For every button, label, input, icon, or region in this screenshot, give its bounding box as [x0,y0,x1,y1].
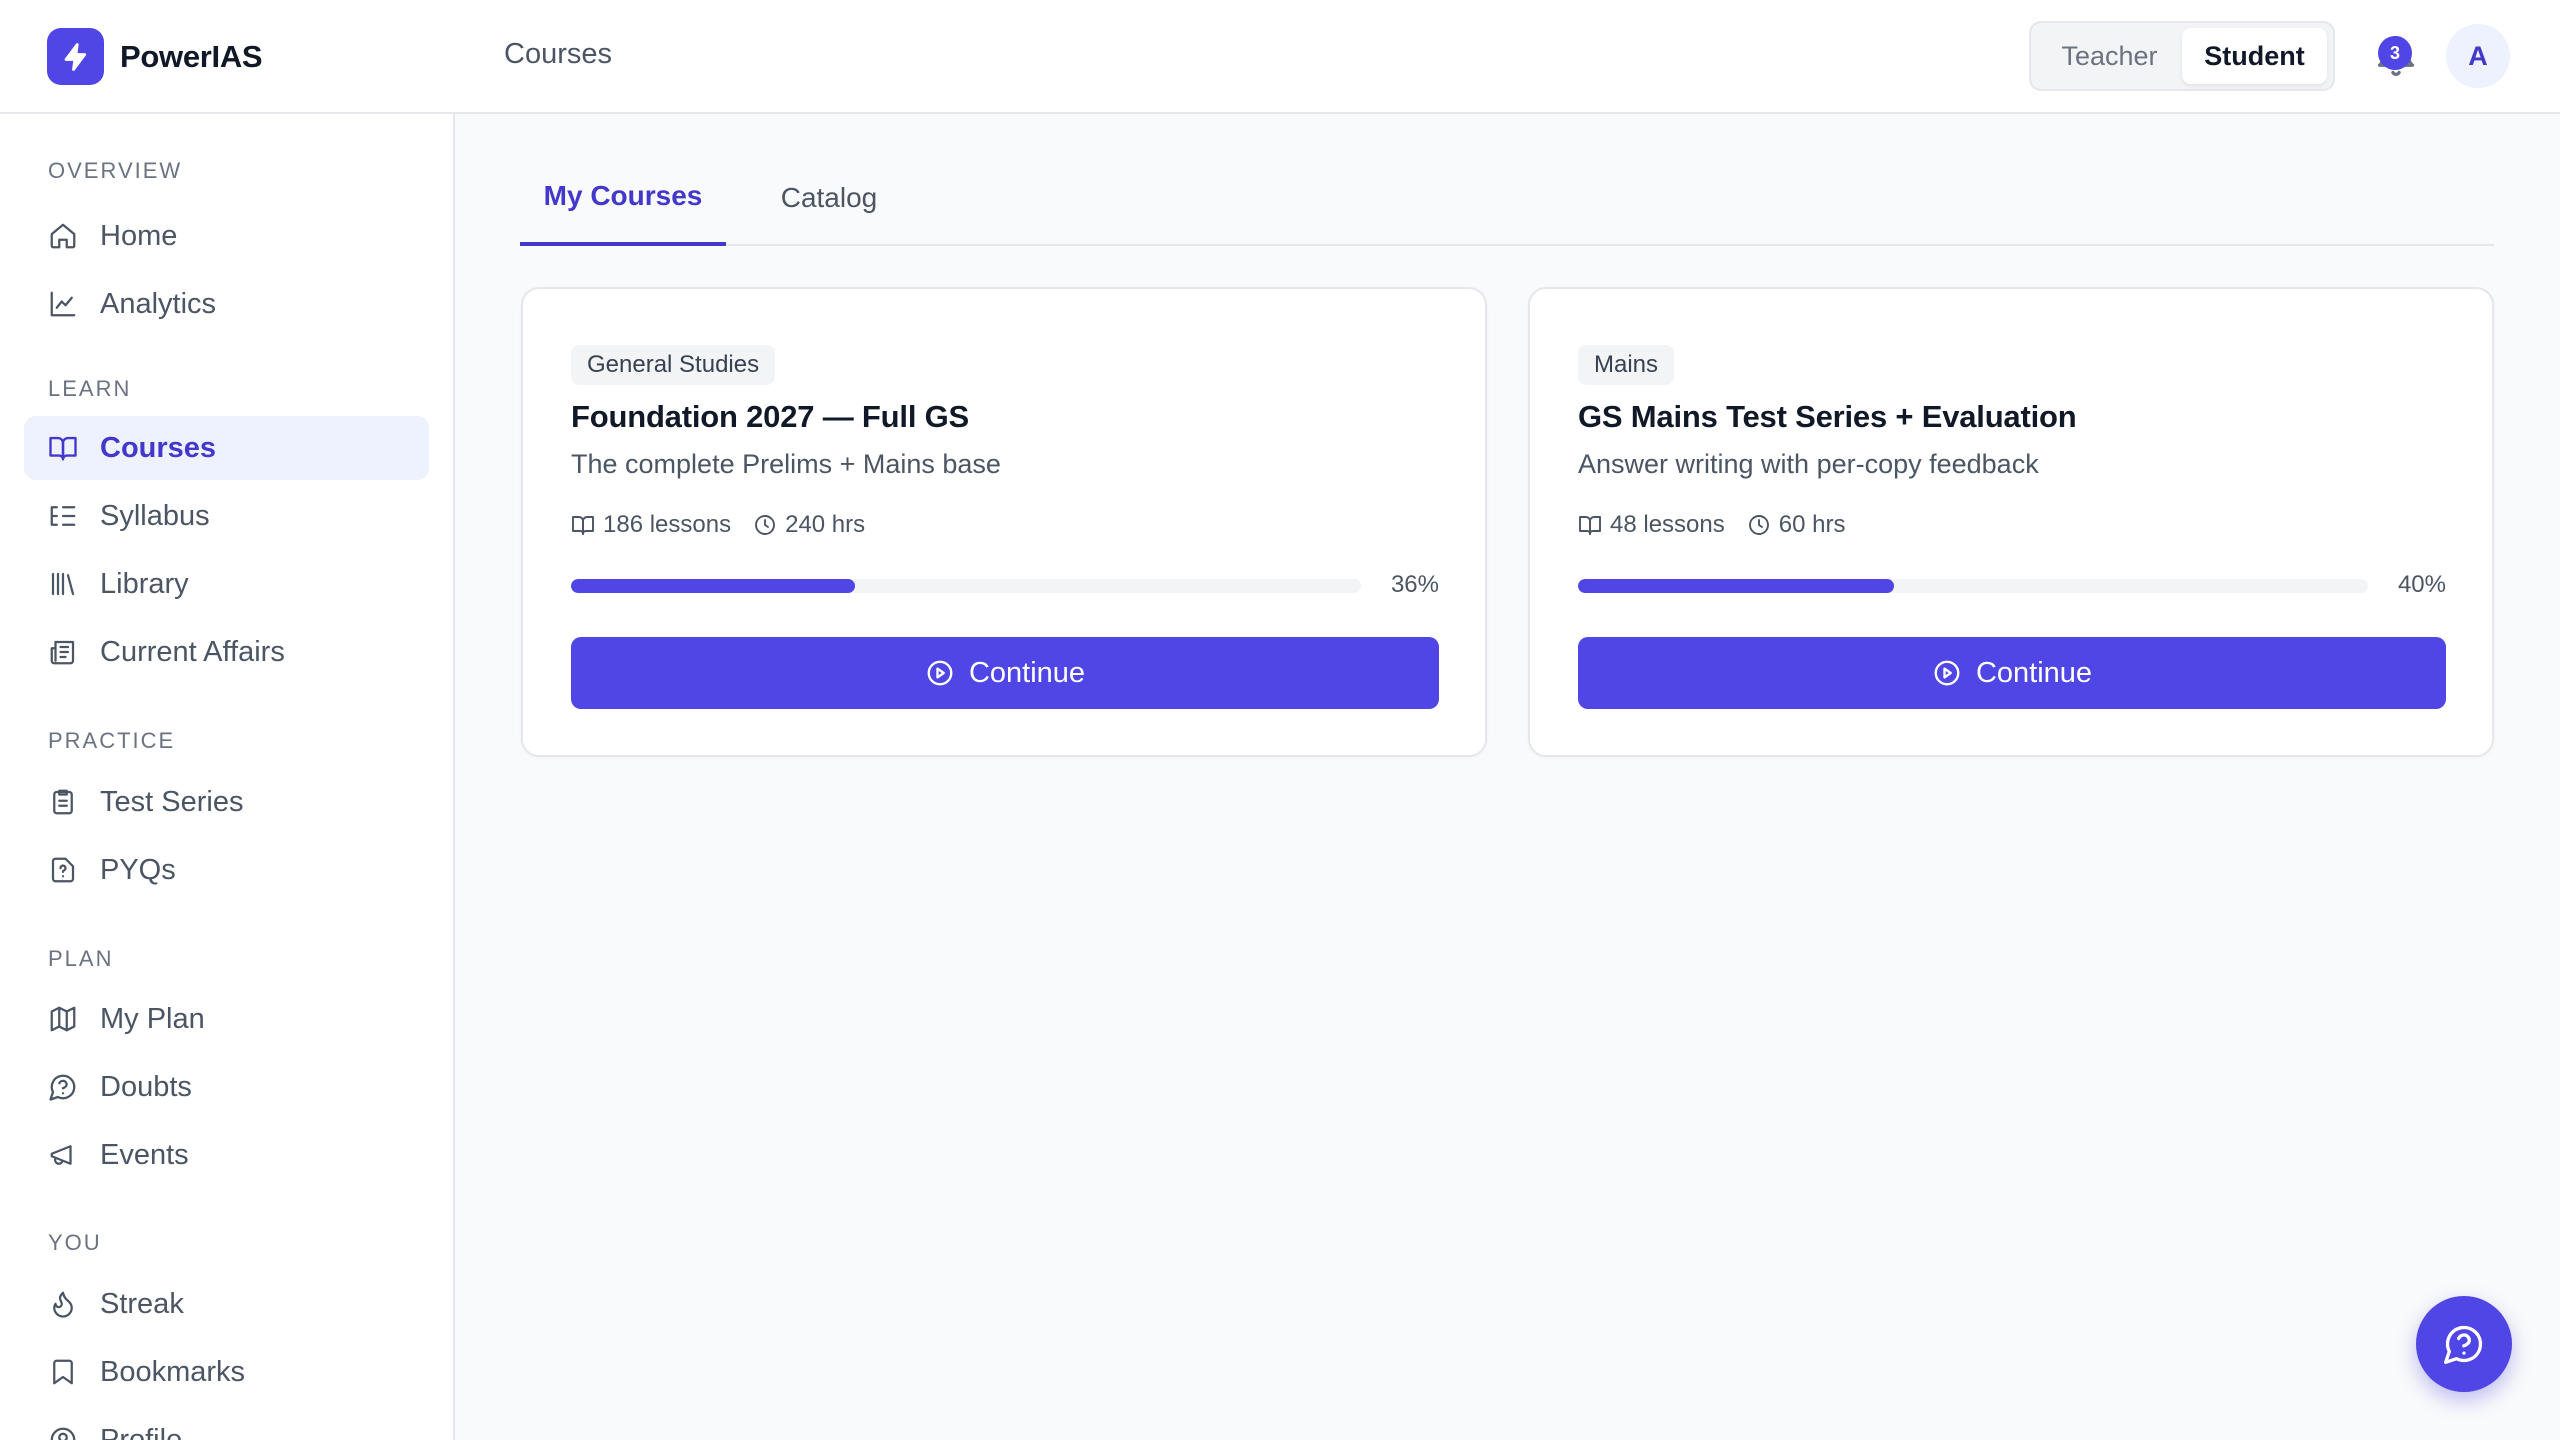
open-book-icon [572,516,594,535]
role-teacher-button[interactable]: Teacher [2037,28,2182,84]
sidebar-item-label: Events [100,1138,189,1171]
sidebar-item-label: Current Affairs [100,635,285,668]
breadcrumb: Courses [504,38,612,70]
lessons-label: 186 lessons [603,511,732,538]
sidebar-item-current-affairs[interactable]: Current Affairs [24,620,429,684]
course-title[interactable]: Foundation 2027 — Full GS [571,399,969,435]
library-icon [51,572,75,596]
sidebar-item-label: Bookmarks [100,1355,246,1388]
continue-label: Continue [1975,656,2093,689]
lessons-label: 48 lessons [1610,511,1725,538]
clock-icon [1748,515,1769,535]
course-meta: 48 lessons 60 hrs [1578,511,1867,539]
course-card: Mains GS Mains Test Series + Evaluation … [1528,287,2494,757]
sidebar: OVERVIEW Home Analytics LEARN Courses Sy… [0,114,455,1440]
line-chart-icon [50,291,76,317]
lessons-count: 48 lessons [1578,511,1725,539]
progress-bar [1578,579,2368,593]
clock-icon [755,515,776,535]
hours-count: 240 hrs [753,511,865,539]
section-label-plan: PLAN [48,946,114,971]
sidebar-item-bookmarks[interactable]: Bookmarks [24,1340,429,1404]
lessons-count: 186 lessons [571,511,731,539]
top-bar: PowerIAS Courses Teacher Student 3 A [0,0,2560,114]
brand-name: PowerIAS [120,38,263,74]
sidebar-item-my-plan[interactable]: My Plan [24,987,429,1051]
sidebar-item-streak[interactable]: Streak [24,1272,429,1336]
home-icon [50,223,76,249]
file-question-icon [51,857,75,883]
bookmark-icon [53,1359,73,1385]
progress-percent: 36% [1390,571,1439,598]
sidebar-item-label: Courses [100,431,217,464]
continue-label: Continue [968,656,1086,689]
sidebar-item-label: Library [100,567,189,600]
sidebar-item-label: Doubts [100,1070,192,1103]
progress-fill [571,579,856,593]
user-circle-icon [50,1427,76,1440]
section-label-learn: LEARN [48,376,132,401]
sidebar-item-profile[interactable]: Profile [24,1408,429,1440]
role-student-button[interactable]: Student [2182,28,2327,84]
sidebar-item-doubts[interactable]: Doubts [24,1055,429,1119]
course-tag: Mains [1578,345,1675,385]
help-chat-button[interactable] [2416,1296,2512,1392]
sidebar-item-label: PYQs [100,853,176,886]
sidebar-item-test-series[interactable]: Test Series [24,770,429,834]
sidebar-item-label: Profile [100,1423,183,1440]
question-bubble-icon [49,1074,76,1101]
sidebar-item-pyqs[interactable]: PYQs [24,838,429,902]
list-tree-icon [50,506,76,526]
sidebar-item-label: Test Series [100,785,244,818]
progress-bar [571,579,1361,593]
play-circle-icon [1934,660,1960,686]
tab-catalog[interactable]: Catalog [742,150,916,246]
clipboard-icon [53,789,73,815]
lightning-bolt-icon [47,28,104,85]
sidebar-item-label: Syllabus [100,499,210,532]
course-subtitle: The complete Prelims + Mains base [571,449,1001,479]
brand[interactable]: PowerIAS [47,28,263,85]
flame-icon [53,1291,73,1318]
course-tabs: My Courses Catalog [520,150,2494,246]
section-label-overview: OVERVIEW [48,158,183,183]
sidebar-item-label: Home [100,219,178,252]
open-book-icon [1579,516,1601,535]
course-card: General Studies Foundation 2027 — Full G… [521,287,1487,757]
sidebar-item-analytics[interactable]: Analytics [24,272,429,336]
progress-fill [1578,579,1894,593]
avatar[interactable]: A [2446,24,2510,88]
course-meta: 186 lessons 240 hrs [571,511,887,539]
sidebar-item-label: My Plan [100,1002,205,1035]
sidebar-item-label: Streak [100,1287,184,1320]
open-book-icon [49,436,77,461]
sidebar-item-courses[interactable]: Courses [24,416,429,480]
hours-count: 60 hrs [1747,511,1846,539]
play-circle-icon [927,660,953,686]
tab-my-courses[interactable]: My Courses [520,150,726,246]
megaphone-icon [50,1145,72,1165]
section-label-you: YOU [48,1230,102,1255]
section-label-practice: PRACTICE [48,728,176,753]
sidebar-item-home[interactable]: Home [24,204,429,268]
course-subtitle: Answer writing with per-copy feedback [1578,449,2039,479]
role-switch: Teacher Student [2029,21,2335,91]
map-icon [50,1006,76,1032]
course-title[interactable]: GS Mains Test Series + Evaluation [1578,399,2077,435]
sidebar-item-library[interactable]: Library [24,552,429,616]
hours-label: 60 hrs [1778,511,1846,538]
course-tag: General Studies [571,345,776,385]
sidebar-item-syllabus[interactable]: Syllabus [24,484,429,548]
progress-percent: 40% [2397,571,2446,598]
sidebar-item-label: Analytics [100,287,217,320]
notification-badge: 3 [2378,36,2412,70]
hours-label: 240 hrs [785,511,866,538]
help-bubble-icon [2444,1325,2483,1364]
continue-button[interactable]: Continue [1578,637,2446,709]
sidebar-item-events[interactable]: Events [24,1123,429,1187]
continue-button[interactable]: Continue [571,637,1439,709]
newspaper-icon [50,640,75,665]
